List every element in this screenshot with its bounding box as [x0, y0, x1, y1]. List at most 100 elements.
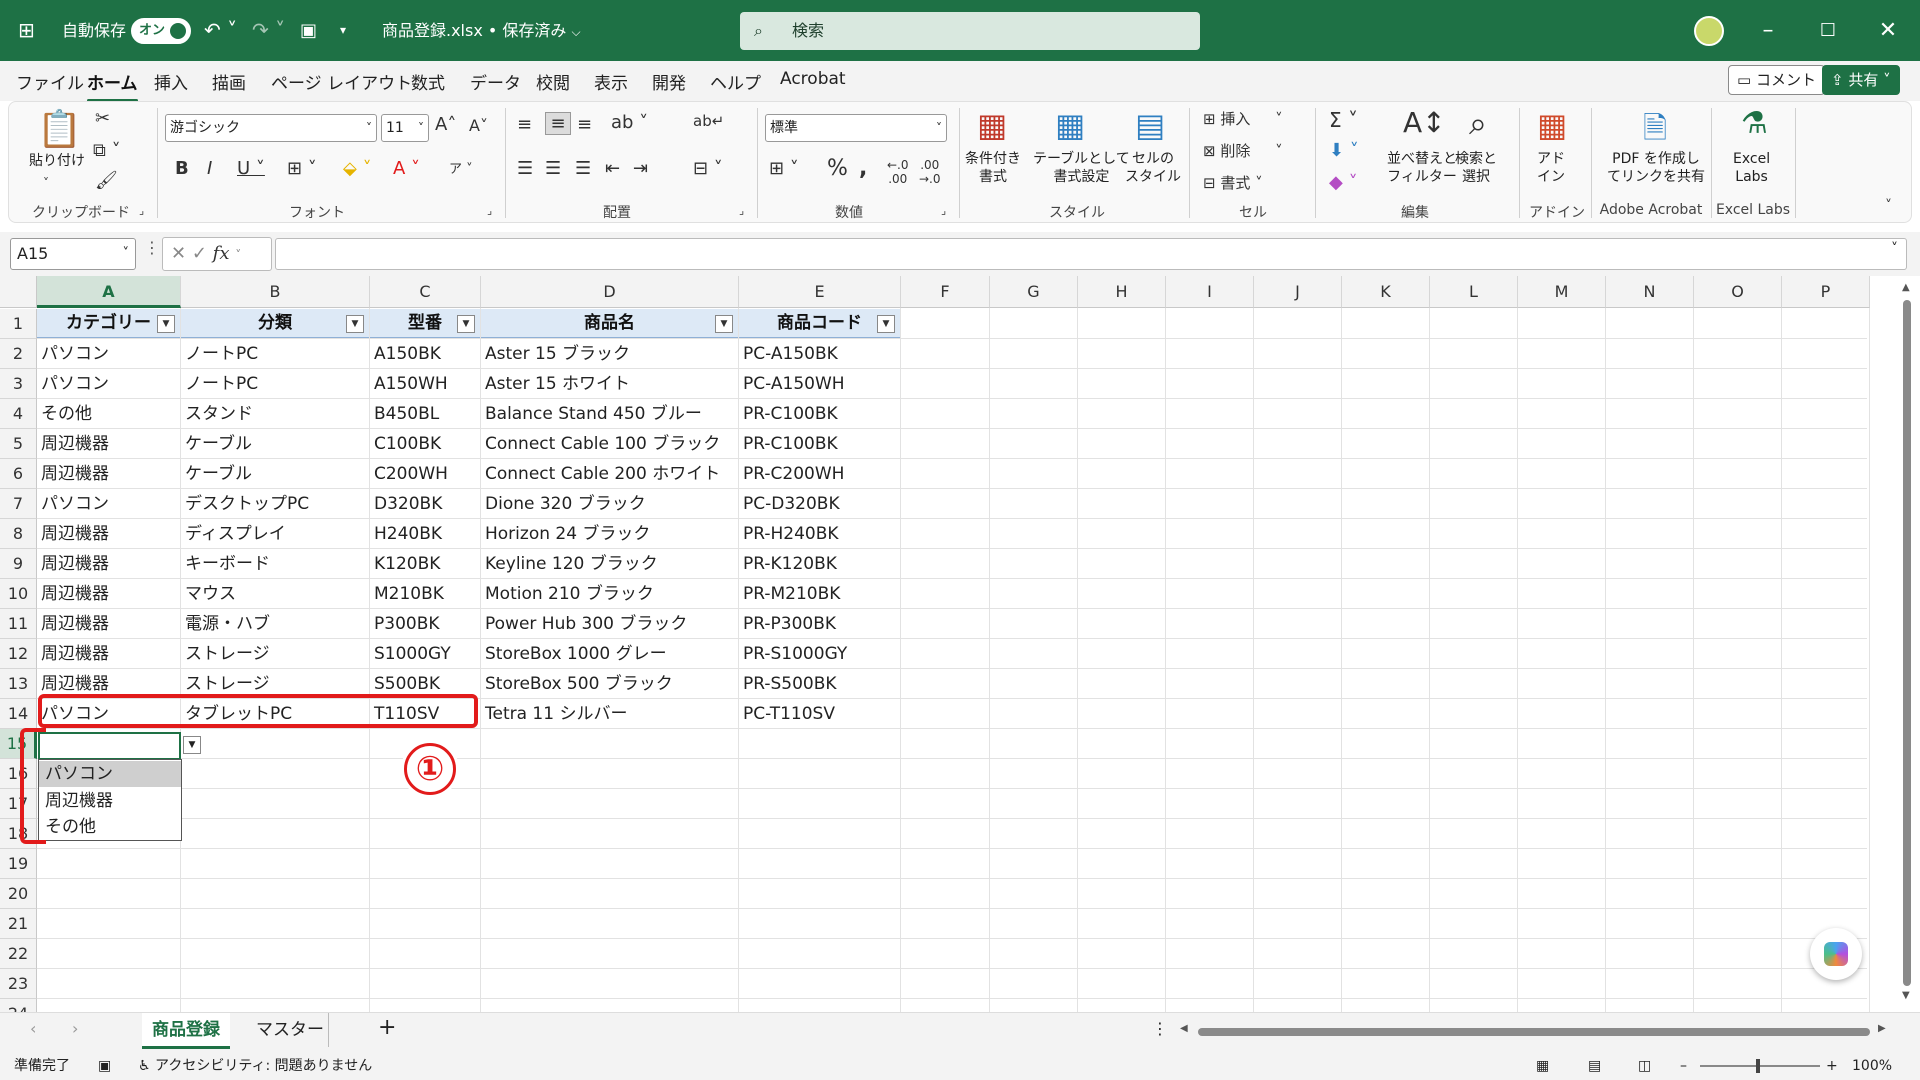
cell-styles-icon[interactable]: ▤ — [1135, 106, 1165, 144]
table-cell[interactable]: 周辺機器 — [37, 429, 181, 459]
dialog-launcher-icon[interactable]: ⌟ — [739, 204, 744, 217]
row-header-2[interactable]: 2 — [0, 339, 37, 369]
row-header-12[interactable]: 12 — [0, 639, 37, 669]
cancel-icon[interactable]: ✕ — [171, 243, 186, 264]
search-box[interactable]: ⌕ 検索 — [740, 12, 1200, 50]
select-all-corner[interactable] — [0, 276, 37, 308]
row-header-24[interactable]: 24 — [0, 999, 37, 1012]
table-cell[interactable]: PR-P300BK — [739, 609, 901, 639]
font-name-select[interactable]: 游ゴシック ˅ — [165, 114, 377, 142]
collapse-ribbon-icon[interactable]: ˅ — [1885, 198, 1892, 214]
underline-icon[interactable]: U ˅ — [237, 158, 265, 179]
filter-dropdown-icon[interactable]: ▼ — [715, 315, 733, 333]
column-header-B[interactable]: B — [181, 276, 370, 308]
horizontal-scrollbar[interactable]: ◀ ▶ — [1180, 1023, 1890, 1039]
table-cell[interactable]: ノートPC — [181, 369, 370, 399]
column-header-D[interactable]: D — [481, 276, 739, 308]
column-header-F[interactable]: F — [901, 276, 990, 308]
table-cell[interactable]: 周辺機器 — [37, 549, 181, 579]
name-box[interactable]: A15 ˅ — [10, 238, 136, 270]
dialog-launcher-icon[interactable]: ⌟ — [941, 204, 946, 217]
sort-filter-button[interactable]: 並べ替えと フィルター — [1387, 150, 1457, 186]
table-cell[interactable]: マウス — [181, 579, 370, 609]
column-header-O[interactable]: O — [1694, 276, 1782, 308]
row-header-11[interactable]: 11 — [0, 609, 37, 639]
orientation-icon[interactable]: ab ˅ — [611, 112, 648, 133]
decrease-indent-icon[interactable]: ⇤ — [605, 158, 620, 179]
table-cell[interactable]: PR-C200WH — [739, 459, 901, 489]
row-header-4[interactable]: 4 — [0, 399, 37, 429]
excel-labs-icon[interactable]: ⚗ — [1741, 106, 1768, 141]
row-header-23[interactable]: 23 — [0, 969, 37, 999]
copilot-button[interactable] — [1810, 928, 1862, 980]
table-cell[interactable]: パソコン — [37, 339, 181, 369]
column-header-G[interactable]: G — [990, 276, 1078, 308]
row-header-3[interactable]: 3 — [0, 369, 37, 399]
enter-icon[interactable]: ✓ — [192, 243, 207, 264]
column-header-L[interactable]: L — [1430, 276, 1518, 308]
table-cell[interactable]: ケーブル — [181, 429, 370, 459]
minimize-icon[interactable]: – — [1738, 0, 1798, 61]
add-sheet-button[interactable]: + — [378, 1015, 396, 1040]
dialog-launcher-icon[interactable]: ⌟ — [487, 204, 492, 217]
autosave-toggle[interactable]: オン — [131, 18, 191, 44]
table-cell[interactable]: 周辺機器 — [37, 519, 181, 549]
tab-home[interactable]: ホーム — [87, 69, 138, 102]
format-painter-icon[interactable]: 🖌 — [95, 170, 118, 191]
font-color-icon[interactable]: A ˅ — [393, 158, 420, 179]
table-cell[interactable]: H240BK — [370, 519, 481, 549]
dropdown-option[interactable]: 周辺機器 — [39, 788, 181, 814]
scroll-down-icon[interactable]: ▼ — [1902, 990, 1910, 1001]
more-icon[interactable]: ⋮ — [1152, 1019, 1168, 1038]
font-size-select[interactable]: 11 ˅ — [381, 114, 429, 142]
borders-icon[interactable]: ⊞ ˅ — [287, 158, 317, 179]
page-layout-view-icon[interactable]: ▤ — [1588, 1052, 1601, 1080]
grow-font-icon[interactable]: A˄ — [435, 114, 456, 135]
row-header-22[interactable]: 22 — [0, 939, 37, 969]
pdf-share-button[interactable]: PDF を作成し てリンクを共有 — [1607, 150, 1705, 186]
table-cell[interactable]: パソコン — [37, 369, 181, 399]
column-header-N[interactable]: N — [1606, 276, 1694, 308]
tab-draw[interactable]: 描画 — [212, 69, 246, 94]
table-cell[interactable]: S1000GY — [370, 639, 481, 669]
customize-icon[interactable]: ▾ — [340, 0, 346, 61]
table-cell[interactable]: ストレージ — [181, 639, 370, 669]
avatar[interactable] — [1694, 16, 1724, 46]
addins-icon[interactable]: ▦ — [1537, 106, 1567, 144]
format-cells-button[interactable]: ⊟ 書式 ˅ — [1203, 172, 1263, 193]
scroll-thumb[interactable] — [1903, 300, 1911, 986]
fill-icon[interactable]: ⬇ ˅ — [1329, 140, 1359, 161]
table-cell[interactable]: A150WH — [370, 369, 481, 399]
row-header-19[interactable]: 19 — [0, 849, 37, 879]
table-cell[interactable]: Aster 15 ブラック — [481, 339, 739, 369]
scroll-left-icon[interactable]: ◀ — [1180, 1023, 1188, 1034]
table-cell[interactable]: PR-C100BK — [739, 429, 901, 459]
insert-cells-button[interactable]: ⊞ 挿入 ˅ — [1203, 108, 1283, 129]
merge-center-icon[interactable]: ⊟ ˅ — [693, 158, 723, 179]
row-header-6[interactable]: 6 — [0, 459, 37, 489]
chevron-down-icon[interactable]: ˅ — [1891, 241, 1898, 257]
table-cell[interactable]: 電源・ハブ — [181, 609, 370, 639]
column-header-A[interactable]: A — [37, 276, 181, 308]
table-cell[interactable]: StoreBox 500 ブラック — [481, 669, 739, 699]
tab-developer[interactable]: 開発 — [652, 69, 686, 94]
row-header-20[interactable]: 20 — [0, 879, 37, 909]
shrink-font-icon[interactable]: A˅ — [469, 116, 488, 135]
comma-style-icon[interactable]: , — [859, 156, 867, 181]
align-middle-icon[interactable]: ≡ — [545, 112, 571, 135]
dialog-launcher-icon[interactable]: ⌟ — [139, 204, 144, 217]
cut-icon[interactable]: ✂ — [95, 108, 110, 129]
filter-dropdown-icon[interactable]: ▼ — [457, 315, 475, 333]
tab-page-layout[interactable]: ページ レイアウト — [271, 69, 412, 94]
dropdown-option[interactable]: パソコン — [39, 761, 181, 787]
table-cell[interactable]: StoreBox 1000 グレー — [481, 639, 739, 669]
paste-icon[interactable]: 📋 — [37, 108, 82, 150]
table-cell[interactable]: ディスプレイ — [181, 519, 370, 549]
filter-dropdown-icon[interactable]: ▼ — [157, 315, 175, 333]
table-cell[interactable]: 周辺機器 — [37, 639, 181, 669]
conditional-format-button[interactable]: 条件付き 書式 — [965, 150, 1021, 186]
find-select-button[interactable]: 検索と 選択 — [1455, 150, 1497, 186]
column-header-J[interactable]: J — [1254, 276, 1342, 308]
column-header-M[interactable]: M — [1518, 276, 1606, 308]
table-cell[interactable]: D320BK — [370, 489, 481, 519]
